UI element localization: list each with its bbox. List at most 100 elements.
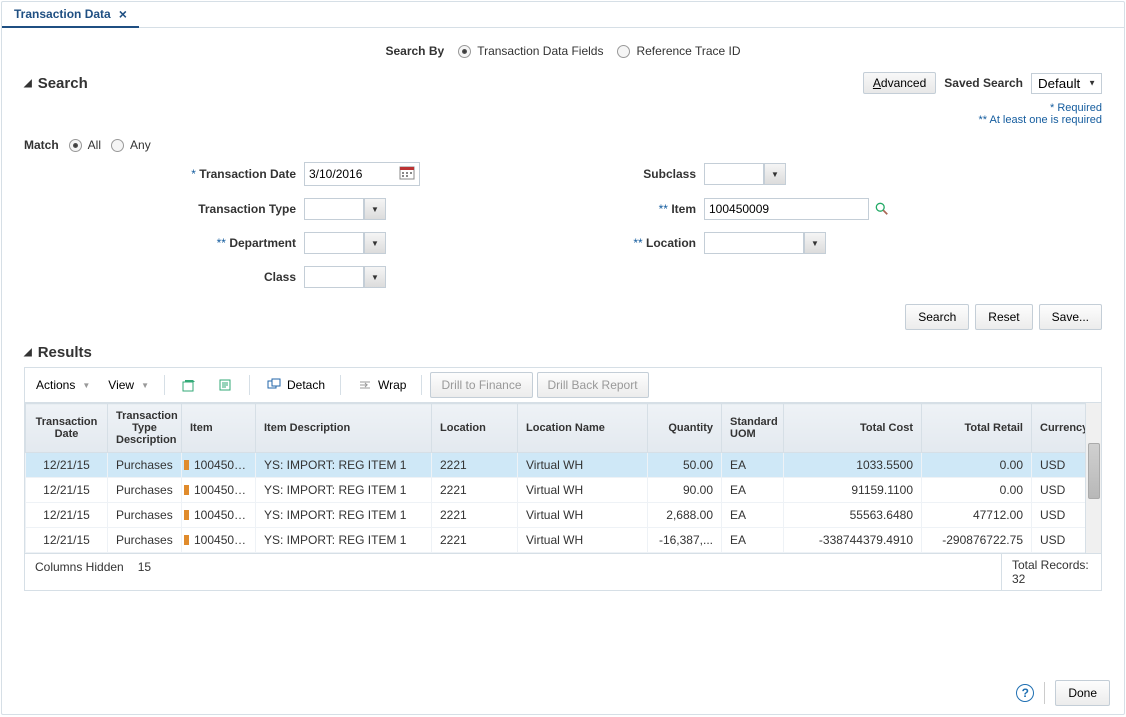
dropdown-icon[interactable] (364, 266, 386, 288)
advanced-button[interactable]: Advanced (863, 72, 936, 94)
item-input[interactable] (704, 198, 869, 220)
col-item[interactable]: Item (182, 404, 256, 453)
radio-transaction-data-fields[interactable]: Transaction Data Fields (458, 44, 603, 58)
cell-currency: USD (1032, 453, 1086, 478)
department-input[interactable] (304, 232, 364, 254)
tab-bar: Transaction Data × (2, 2, 1124, 28)
transaction-type-input[interactable] (304, 198, 364, 220)
drill-back-report-button[interactable]: Drill Back Report (537, 372, 649, 398)
radio-match-any[interactable]: Any (111, 138, 151, 152)
cell-location: 2221 (432, 478, 518, 503)
separator (164, 375, 165, 395)
separator (421, 375, 422, 395)
drill-to-finance-button[interactable]: Drill to Finance (430, 372, 532, 398)
done-button[interactable]: Done (1055, 680, 1110, 706)
col-item-description[interactable]: Item Description (256, 404, 432, 453)
wrap-icon (356, 376, 374, 394)
col-quantity[interactable]: Quantity (648, 404, 722, 453)
cell-item: 100450009 (182, 453, 256, 478)
reset-button[interactable]: Reset (975, 304, 1032, 330)
vertical-scrollbar[interactable] (1085, 403, 1101, 553)
cell-location: 2221 (432, 453, 518, 478)
col-location-name[interactable]: Location Name (518, 404, 648, 453)
search-section-title[interactable]: ◢ Search (24, 75, 88, 92)
dropdown-icon[interactable] (804, 232, 826, 254)
location-input[interactable] (704, 232, 804, 254)
cell-date: 12/21/15 (26, 528, 108, 553)
match-row: Match All Any (24, 136, 1102, 162)
actions-menu[interactable]: Actions (29, 374, 97, 396)
col-transaction-type[interactable]: Transaction Type Description (108, 404, 182, 453)
cell-total-retail: 47712.00 (922, 503, 1032, 528)
cell-currency: USD (1032, 503, 1086, 528)
radio-reference-trace-id[interactable]: Reference Trace ID (617, 44, 740, 58)
saved-search-select[interactable]: Default (1031, 73, 1102, 94)
search-icon[interactable] (873, 200, 891, 218)
tab-transaction-data[interactable]: Transaction Data × (2, 2, 139, 28)
detach-icon (265, 376, 283, 394)
cell-type: Purchases (108, 453, 182, 478)
radio-label: Transaction Data Fields (477, 44, 603, 58)
results-table: Transaction Date Transaction Type Descri… (25, 403, 1085, 553)
tab-title: Transaction Data (14, 7, 111, 21)
separator (249, 375, 250, 395)
table-row[interactable]: 12/21/15Purchases100450009YS: IMPORT: RE… (26, 528, 1086, 553)
close-icon[interactable]: × (119, 6, 127, 22)
search-button[interactable]: Search (905, 304, 969, 330)
collapse-icon: ◢ (24, 347, 32, 358)
cell-type: Purchases (108, 503, 182, 528)
col-currency[interactable]: Currency (1032, 404, 1086, 453)
help-icon[interactable]: ? (1016, 684, 1034, 702)
results-section-title[interactable]: ◢ Results (24, 344, 1102, 367)
export-icon[interactable] (173, 372, 205, 398)
col-transaction-date[interactable]: Transaction Date (26, 404, 108, 453)
cell-location-name: Virtual WH (518, 478, 648, 503)
dropdown-icon[interactable] (764, 163, 786, 185)
cell-item: 100450009 (182, 528, 256, 553)
columns-hidden-label: Columns Hidden (35, 560, 124, 584)
query-icon[interactable] (209, 372, 241, 398)
scrollbar-thumb[interactable] (1088, 443, 1100, 499)
table-row[interactable]: 12/21/15Purchases100450009YS: IMPORT: RE… (26, 478, 1086, 503)
cell-total-cost: 55563.6480 (784, 503, 922, 528)
separator (1044, 682, 1045, 704)
total-records-label: Total Records: (1012, 558, 1091, 572)
subclass-input[interactable] (704, 163, 764, 185)
cell-quantity: 2,688.00 (648, 503, 722, 528)
transaction-type-label: Transaction Type (24, 202, 304, 216)
col-total-retail[interactable]: Total Retail (922, 404, 1032, 453)
table-footer: Columns Hidden 15 Total Records: 32 (25, 553, 1101, 590)
table-row[interactable]: 12/21/15Purchases100450009YS: IMPORT: RE… (26, 503, 1086, 528)
cell-total-retail: -290876722.75 (922, 528, 1032, 553)
col-standard-uom[interactable]: Standard UOM (722, 404, 784, 453)
calendar-icon[interactable] (399, 165, 417, 183)
dropdown-icon[interactable] (364, 198, 386, 220)
table-row[interactable]: 12/21/15Purchases100450009YS: IMPORT: RE… (26, 453, 1086, 478)
class-input[interactable] (304, 266, 364, 288)
dropdown-icon[interactable] (364, 232, 386, 254)
required-note: * Required (24, 102, 1102, 114)
col-total-cost[interactable]: Total Cost (784, 404, 922, 453)
cell-location: 2221 (432, 503, 518, 528)
wrap-button[interactable]: Wrap (349, 372, 413, 398)
save-button[interactable]: Save... (1039, 304, 1102, 330)
radio-match-all[interactable]: All (69, 138, 101, 152)
results-panel: Actions View Detach Wrap Drill to Financ… (24, 367, 1102, 591)
radio-icon (458, 45, 471, 58)
cell-total-cost: 91159.1100 (784, 478, 922, 503)
col-location[interactable]: Location (432, 404, 518, 453)
total-records-value: 32 (1012, 572, 1091, 586)
cell-desc: YS: IMPORT: REG ITEM 1 (256, 528, 432, 553)
radio-label: All (88, 138, 101, 152)
subclass-label: Subclass (454, 167, 704, 181)
department-label: ** Department (24, 236, 304, 250)
detach-button[interactable]: Detach (258, 372, 332, 398)
radio-label: Any (130, 138, 151, 152)
view-menu[interactable]: View (101, 374, 156, 396)
cell-uom: EA (722, 478, 784, 503)
item-label: ** Item (454, 202, 704, 216)
section-title-text: Search (38, 75, 88, 92)
cell-type: Purchases (108, 528, 182, 553)
collapse-icon: ◢ (24, 78, 32, 89)
transaction-date-input[interactable] (305, 163, 397, 185)
